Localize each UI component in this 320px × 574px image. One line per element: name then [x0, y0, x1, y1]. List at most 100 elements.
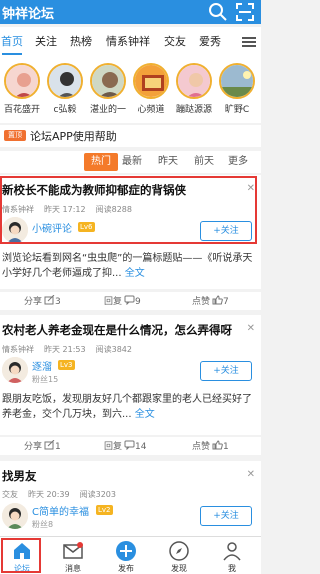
circle-item[interactable]: 蹦跶源源: [172, 63, 216, 115]
notice-link[interactable]: 论坛APP使用帮助: [30, 128, 117, 144]
post-source: 交友: [2, 490, 18, 499]
author-name[interactable]: C简单的幸福: [32, 503, 89, 518]
nav-label: 发现: [171, 564, 187, 573]
pinned-badge: 置顶: [4, 130, 26, 141]
full-text-link[interactable]: 全文: [135, 409, 155, 420]
tab-follow[interactable]: 关注: [35, 33, 57, 49]
circle-item[interactable]: 旷野C: [215, 63, 259, 115]
avatar: [47, 63, 83, 99]
reply-label: 回复: [104, 442, 123, 452]
circle-label: 心频道: [137, 105, 165, 115]
like-button[interactable]: 点赞 1: [192, 439, 229, 452]
circle-label: 旷野C: [224, 105, 250, 115]
tab-show[interactable]: 爱秀: [199, 33, 221, 49]
circle-item[interactable]: 百花盛开: [0, 63, 44, 115]
avatar[interactable]: [2, 503, 28, 529]
comment-icon: [124, 295, 135, 305]
post-time: 昨天 21:53: [44, 345, 86, 354]
post-actions: 分享 3 回复 9 点赞 7: [0, 292, 261, 310]
nav-discover[interactable]: 发现: [157, 540, 201, 574]
post-card[interactable]: 找男友 ✕ 交友 昨天 20:39 阅读3203 C简单的幸福 Lv2 粉丝8 +关…: [0, 461, 261, 536]
nav-label: 消息: [65, 564, 81, 573]
highlight-box: [1, 538, 41, 573]
app-title: 钟祥论坛: [2, 7, 55, 22]
mail-icon: [62, 540, 84, 562]
post-views: 阅读3842: [95, 345, 132, 354]
share-button[interactable]: 分享 3: [24, 294, 61, 307]
author-name[interactable]: 逐溜: [32, 358, 52, 373]
filter-day-before[interactable]: 前天: [190, 153, 218, 171]
post-title[interactable]: 农村老人养老金现在是什么情况，怎么弄得呀: [2, 322, 232, 338]
post-views: 阅读3203: [79, 490, 116, 499]
reply-label: 回复: [104, 297, 123, 307]
full-text-link[interactable]: 全文: [125, 268, 145, 279]
post-time: 昨天 20:39: [28, 490, 70, 499]
nav-messages[interactable]: 消息: [51, 540, 95, 574]
avatar: [176, 63, 212, 99]
thumbs-up-icon: [212, 440, 223, 450]
avatar: [219, 63, 255, 99]
post-excerpt[interactable]: 浏览论坛看到网名“虫虫爬”的一篇标题贴——《听说承天小学好几个老师逼成了抑...…: [2, 251, 256, 281]
nav-publish[interactable]: 发布: [104, 540, 148, 574]
reply-count: 14: [135, 442, 147, 452]
filter-latest[interactable]: 最新: [118, 153, 146, 171]
scan-icon[interactable]: [235, 2, 255, 22]
comment-icon: [124, 440, 135, 450]
post-card[interactable]: 农村老人养老金现在是什么情况，怎么弄得呀 ✕ 情系钟祥 昨天 21:53 阅读384…: [0, 315, 261, 435]
post-meta: 情系钟祥 昨天 21:53 阅读3842: [2, 344, 142, 355]
like-label: 点赞: [192, 297, 211, 307]
circle-label: 湛业的一: [89, 105, 126, 115]
close-icon[interactable]: ✕: [247, 323, 255, 334]
tabs-menu-icon[interactable]: [239, 34, 259, 50]
search-icon[interactable]: [208, 2, 228, 22]
follow-button[interactable]: +关注: [200, 361, 252, 381]
tab-home[interactable]: 首页: [1, 33, 23, 49]
avatar: [4, 63, 40, 99]
avatar[interactable]: [2, 357, 28, 383]
fans-count: 粉丝15: [32, 375, 59, 384]
post-excerpt[interactable]: 跟朋友吃饭，发现朋友好几个都跟家里的老人已经买好了养老金，交个几万块，到六...…: [2, 392, 256, 422]
like-label: 点赞: [192, 442, 211, 452]
category-tabs: 首页 关注 热榜 情系钟祥 交友 爱秀: [0, 27, 261, 57]
filter-more[interactable]: 更多: [224, 153, 252, 171]
like-count: 1: [223, 442, 229, 452]
user-icon: [221, 540, 243, 562]
reply-button[interactable]: 回复 9: [104, 294, 141, 307]
filter-yesterday[interactable]: 昨天: [154, 153, 182, 171]
circle-item[interactable]: c弘毅: [43, 63, 87, 115]
nav-me[interactable]: 我: [210, 540, 254, 574]
avatar: [133, 63, 169, 99]
recommended-users: 百花盛开 c弘毅 湛业的一 心频道 蹦跶源源 旷野C: [0, 57, 261, 123]
circle-item[interactable]: 湛业的一: [86, 63, 130, 115]
circle-label: 百花盛开: [3, 105, 40, 115]
post-title[interactable]: 找男友: [2, 468, 37, 484]
excerpt-text: 跟朋友吃饭，发现朋友好几个都跟家里的老人已经买好了养老金，交个几万块，到六...: [2, 394, 252, 420]
reply-count: 9: [135, 297, 141, 307]
reply-button[interactable]: 回复 14: [104, 439, 146, 452]
tab-dating[interactable]: 交友: [164, 33, 186, 49]
filter-hot[interactable]: 热门: [84, 153, 118, 171]
share-count: 3: [55, 297, 61, 307]
share-button[interactable]: 分享 1: [24, 439, 61, 452]
share-icon: [44, 440, 55, 450]
top-bar: 钟祥论坛: [0, 0, 261, 24]
circle-label: c弘毅: [53, 105, 77, 115]
circle-label: 蹦跶源源: [175, 105, 212, 115]
pinned-notice[interactable]: 置顶 论坛APP使用帮助: [0, 125, 261, 147]
follow-button[interactable]: +关注: [200, 506, 252, 526]
fans-count: 粉丝8: [32, 520, 54, 529]
level-badge: Lv3: [58, 360, 75, 370]
close-icon[interactable]: ✕: [247, 469, 255, 480]
highlight-box: [0, 176, 257, 244]
like-button[interactable]: 点赞 7: [192, 294, 229, 307]
level-badge: Lv2: [96, 505, 113, 515]
share-count: 1: [55, 442, 61, 452]
tab-hot[interactable]: 热榜: [70, 33, 92, 49]
post-source: 情系钟祥: [2, 345, 34, 354]
circle-item[interactable]: 心频道: [129, 63, 173, 115]
share-icon: [44, 295, 55, 305]
post-actions: 分享 1 回复 14 点赞 1: [0, 437, 261, 455]
plus-icon: [115, 540, 137, 562]
tab-zhongxiang[interactable]: 情系钟祥: [106, 33, 150, 49]
share-label: 分享: [24, 442, 43, 452]
